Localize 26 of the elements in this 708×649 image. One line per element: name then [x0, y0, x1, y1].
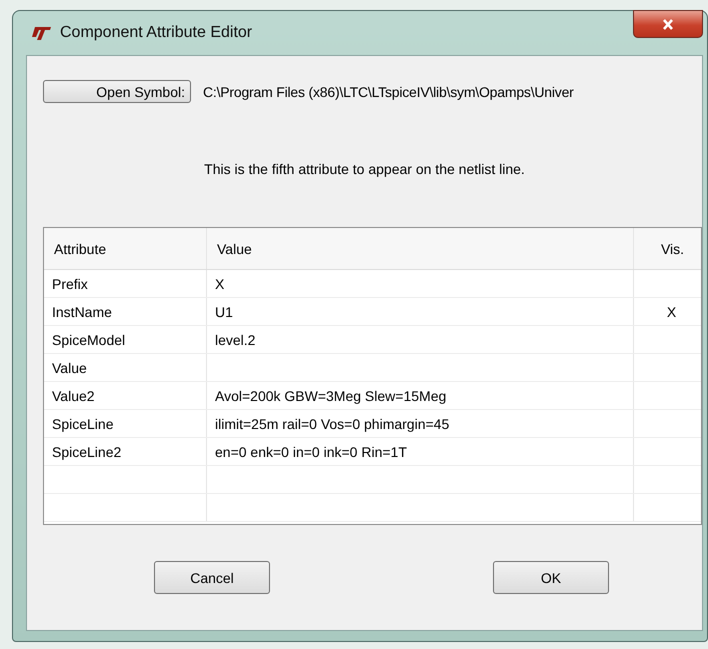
table-cell: ilimit=25m rail=0 Vos=0 phimargin=45: [207, 410, 634, 437]
table-cell: Prefix: [44, 270, 207, 297]
table-cell: en=0 enk=0 in=0 ink=0 Rin=1T: [207, 438, 634, 465]
open-symbol-button[interactable]: Open Symbol:: [43, 80, 191, 103]
table-cell: SpiceLine2: [44, 438, 207, 465]
symbol-path: C:\Program Files (x86)\LTC\LTspiceIV\lib\sym\Opamps\Univer: [203, 84, 574, 100]
table-cell: Value2: [44, 382, 207, 409]
table-cell: SpiceModel: [44, 326, 207, 353]
table-cell: SpiceLine: [44, 410, 207, 437]
column-header[interactable]: Attribute: [44, 228, 207, 269]
table-cell-text: X: [666, 302, 678, 322]
description-text: This is the fifth attribute to appear on the netlist line.: [203, 161, 526, 177]
column-header[interactable]: Value: [207, 228, 634, 269]
ok-button[interactable]: OK: [493, 561, 609, 594]
logo-icon: [32, 26, 52, 40]
table-cell: Avol=200k GBW=3Meg Slew=15Meg: [207, 382, 634, 409]
close-button[interactable]: [633, 10, 703, 38]
table-cell: Value: [44, 354, 207, 381]
table-cell: level.2: [207, 326, 634, 353]
column-header[interactable]: Vis.: [634, 228, 701, 269]
table-cell: U1: [207, 298, 634, 325]
table-cell: InstName: [44, 298, 207, 325]
cancel-button[interactable]: Cancel: [154, 561, 270, 594]
close-icon: [662, 18, 674, 30]
window-title: Component Attribute Editor: [60, 24, 252, 42]
table-cell: X: [207, 270, 634, 297]
